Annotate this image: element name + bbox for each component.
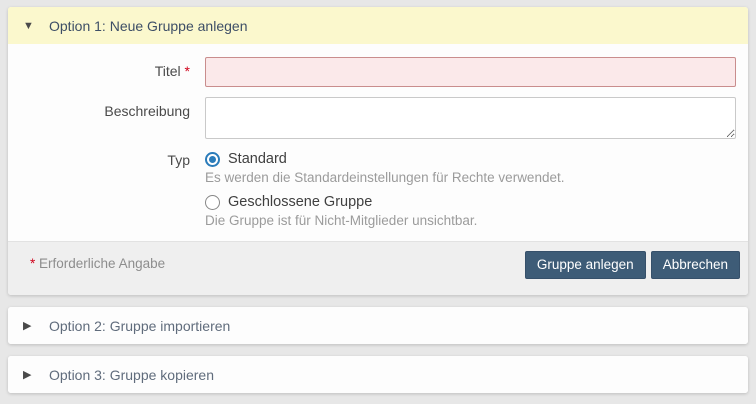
radio-option-geschlossene-gruppe[interactable]: Geschlossene Gruppe — [205, 194, 736, 210]
beschreibung-label: Beschreibung — [8, 97, 205, 139]
hint-geschlossene-gruppe: Die Gruppe ist für Nicht-Mitglieder unsi… — [205, 213, 736, 228]
radio-unselected-icon[interactable] — [205, 195, 220, 210]
radio-option-standard[interactable]: Standard — [205, 151, 736, 167]
beschreibung-label-text: Beschreibung — [104, 103, 190, 119]
accordion: ▼ Option 1: Neue Gruppe anlegen Titel * … — [8, 7, 748, 393]
caret-right-icon: ▶ — [23, 319, 36, 332]
accordion-header-option1[interactable]: ▼ Option 1: Neue Gruppe anlegen — [8, 7, 748, 44]
beschreibung-control — [205, 97, 736, 139]
titel-control — [205, 57, 736, 87]
beschreibung-textarea[interactable] — [205, 97, 736, 139]
typ-label: Typ — [8, 151, 205, 228]
accordion-header-option2[interactable]: ▶ Option 2: Gruppe importieren — [8, 307, 748, 344]
panel-option3: ▶ Option 3: Gruppe kopieren — [8, 356, 748, 393]
titel-label-text: Titel — [155, 63, 181, 79]
typ-options: Standard Es werden die Standardeinstellu… — [205, 151, 736, 228]
accordion-title-option1: Option 1: Neue Gruppe anlegen — [49, 18, 247, 34]
required-asterisk: * — [30, 256, 35, 271]
create-group-form: Titel * Beschreibung Typ — [8, 44, 748, 241]
radio-selected-icon[interactable] — [205, 152, 220, 167]
radio-label-standard: Standard — [228, 151, 287, 167]
beschreibung-row: Beschreibung — [8, 97, 748, 139]
cancel-button[interactable]: Abbrechen — [651, 251, 740, 279]
typ-label-text: Typ — [167, 152, 190, 168]
required-asterisk: * — [185, 63, 190, 79]
accordion-header-option3[interactable]: ▶ Option 3: Gruppe kopieren — [8, 356, 748, 393]
hint-standard: Es werden die Standardeinstellungen für … — [205, 170, 736, 185]
accordion-title-option2: Option 2: Gruppe importieren — [49, 318, 230, 334]
caret-down-icon: ▼ — [23, 20, 36, 32]
radio-label-geschlossene-gruppe: Geschlossene Gruppe — [228, 194, 372, 210]
titel-row: Titel * — [8, 57, 748, 87]
typ-row: Typ Standard Es werden die Standardeinst… — [8, 151, 748, 228]
panel-option2: ▶ Option 2: Gruppe importieren — [8, 307, 748, 344]
required-note: * Erforderliche Angabe — [30, 251, 165, 271]
titel-label: Titel * — [8, 57, 205, 87]
panel-option1: ▼ Option 1: Neue Gruppe anlegen Titel * … — [8, 7, 748, 295]
form-footer: * Erforderliche Angabe Gruppe anlegen Ab… — [8, 241, 748, 295]
create-group-button[interactable]: Gruppe anlegen — [525, 251, 646, 279]
required-note-text: Erforderliche Angabe — [39, 256, 165, 271]
titel-input[interactable] — [205, 57, 736, 87]
accordion-title-option3: Option 3: Gruppe kopieren — [49, 367, 214, 383]
caret-right-icon: ▶ — [23, 368, 36, 381]
